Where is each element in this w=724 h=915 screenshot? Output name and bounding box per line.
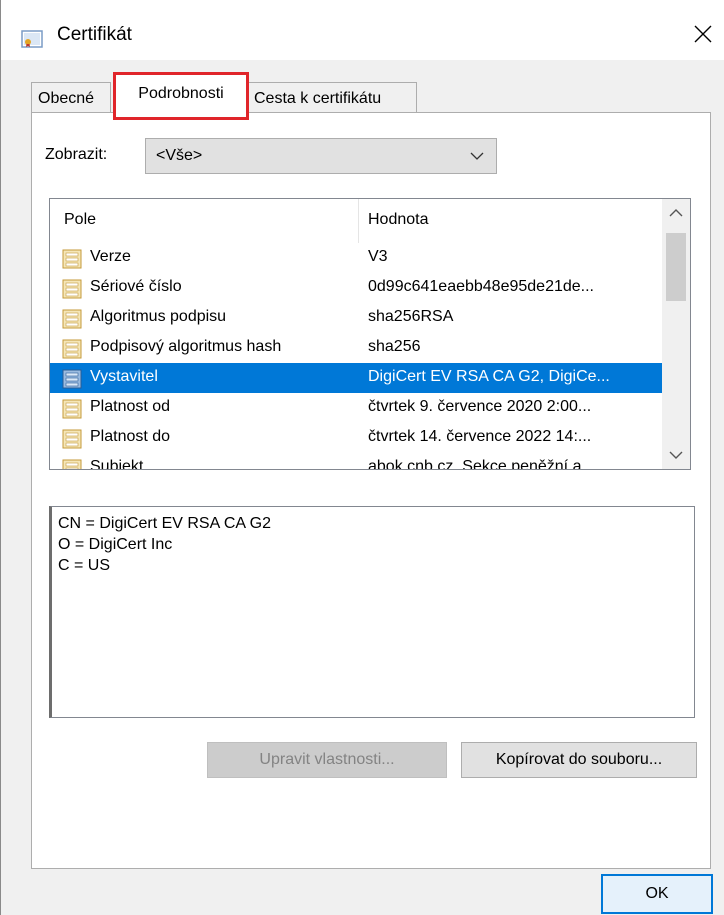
field-name: Algoritmus podpisu (90, 308, 227, 325)
field-name: Platnost od (90, 398, 171, 415)
ok-button[interactable]: OK (601, 874, 713, 914)
field-value: čtvrtek 14. července 2022 14:... (368, 428, 592, 445)
field-detail-textbox[interactable]: CN = DigiCert EV RSA CA G2 O = DigiCert … (49, 506, 695, 718)
chevron-down-icon (669, 451, 683, 459)
field-icon (62, 279, 82, 299)
detail-line: C = US (58, 557, 111, 574)
fields-list-header: Pole Hodnota (50, 199, 662, 243)
close-icon (694, 25, 712, 43)
tab-general[interactable]: Obecné (31, 82, 111, 113)
detail-line: CN = DigiCert EV RSA CA G2 (58, 515, 271, 532)
list-item[interactable]: Platnost od čtvrtek 9. července 2020 2:0… (50, 393, 662, 423)
certificate-icon (21, 30, 43, 48)
list-item[interactable]: Platnost do čtvrtek 14. července 2022 14… (50, 423, 662, 453)
copy-to-file-button[interactable]: Kopírovat do souboru... (461, 742, 697, 778)
list-item[interactable]: Algoritmus podpisu sha256RSA (50, 303, 662, 333)
certificate-dialog: Certifikát Obecné Cesta k certifikátu Po… (0, 0, 724, 915)
tab-certification-path[interactable]: Cesta k certifikátu (247, 82, 417, 113)
title-bar: Certifikát (1, 0, 724, 60)
field-name: Sériové číslo (90, 278, 182, 295)
list-item[interactable]: Verze V3 (50, 243, 662, 273)
field-value: čtvrtek 9. července 2020 2:00... (368, 398, 592, 415)
scroll-up-button[interactable] (662, 199, 690, 227)
chevron-down-icon (470, 152, 484, 160)
field-name: Verze (90, 248, 131, 265)
scroll-down-button[interactable] (662, 441, 690, 469)
list-item-selected[interactable]: Vystavitel DigiCert EV RSA CA G2, DigiCe… (50, 363, 662, 393)
list-item[interactable]: Podpisový algoritmus hash sha256 (50, 333, 662, 363)
field-value: 0d99c641eaebb48e95de21de... (368, 278, 594, 295)
close-button[interactable] (681, 14, 724, 54)
field-icon (62, 399, 82, 419)
field-value: sha256RSA (368, 308, 454, 325)
fields-list[interactable]: Pole Hodnota Verze V3 Sériové číslo 0d99… (49, 198, 691, 470)
vertical-scrollbar[interactable] (662, 199, 690, 469)
list-item[interactable]: Subjekt abok.cnb.cz, Sekce peněžní a... (50, 453, 662, 470)
field-icon (62, 369, 82, 389)
field-name: Podpisový algoritmus hash (90, 338, 282, 355)
show-filter-dropdown[interactable]: <Vše> (145, 138, 497, 174)
edit-properties-button[interactable]: Upravit vlastnosti... (207, 742, 447, 778)
show-label: Zobrazit: (45, 146, 108, 163)
field-value: DigiCert EV RSA CA G2, DigiCe... (368, 368, 610, 385)
window-title: Certifikát (57, 24, 132, 45)
column-header-field[interactable]: Pole (64, 211, 96, 229)
scrollbar-thumb[interactable] (666, 233, 686, 301)
list-item[interactable]: Sériové číslo 0d99c641eaebb48e95de21de..… (50, 273, 662, 303)
fields-list-rows: Verze V3 Sériové číslo 0d99c641eaebb48e9… (50, 243, 662, 470)
field-name: Vystavitel (90, 368, 158, 385)
detail-line: O = DigiCert Inc (58, 536, 173, 553)
column-header-value[interactable]: Hodnota (368, 211, 429, 229)
field-icon (62, 459, 82, 469)
tab-details[interactable]: Podrobnosti (113, 72, 249, 120)
field-icon (62, 249, 82, 269)
field-icon (62, 309, 82, 329)
field-name: Subjekt (90, 458, 144, 470)
column-divider[interactable] (358, 199, 359, 243)
field-value: V3 (368, 248, 388, 265)
field-value: abok.cnb.cz, Sekce peněžní a... (368, 458, 595, 470)
show-filter-value: <Vše> (156, 147, 203, 164)
field-value: sha256 (368, 338, 421, 355)
chevron-up-icon (669, 209, 683, 217)
field-icon (62, 429, 82, 449)
field-icon (62, 339, 82, 359)
field-name: Platnost do (90, 428, 171, 445)
